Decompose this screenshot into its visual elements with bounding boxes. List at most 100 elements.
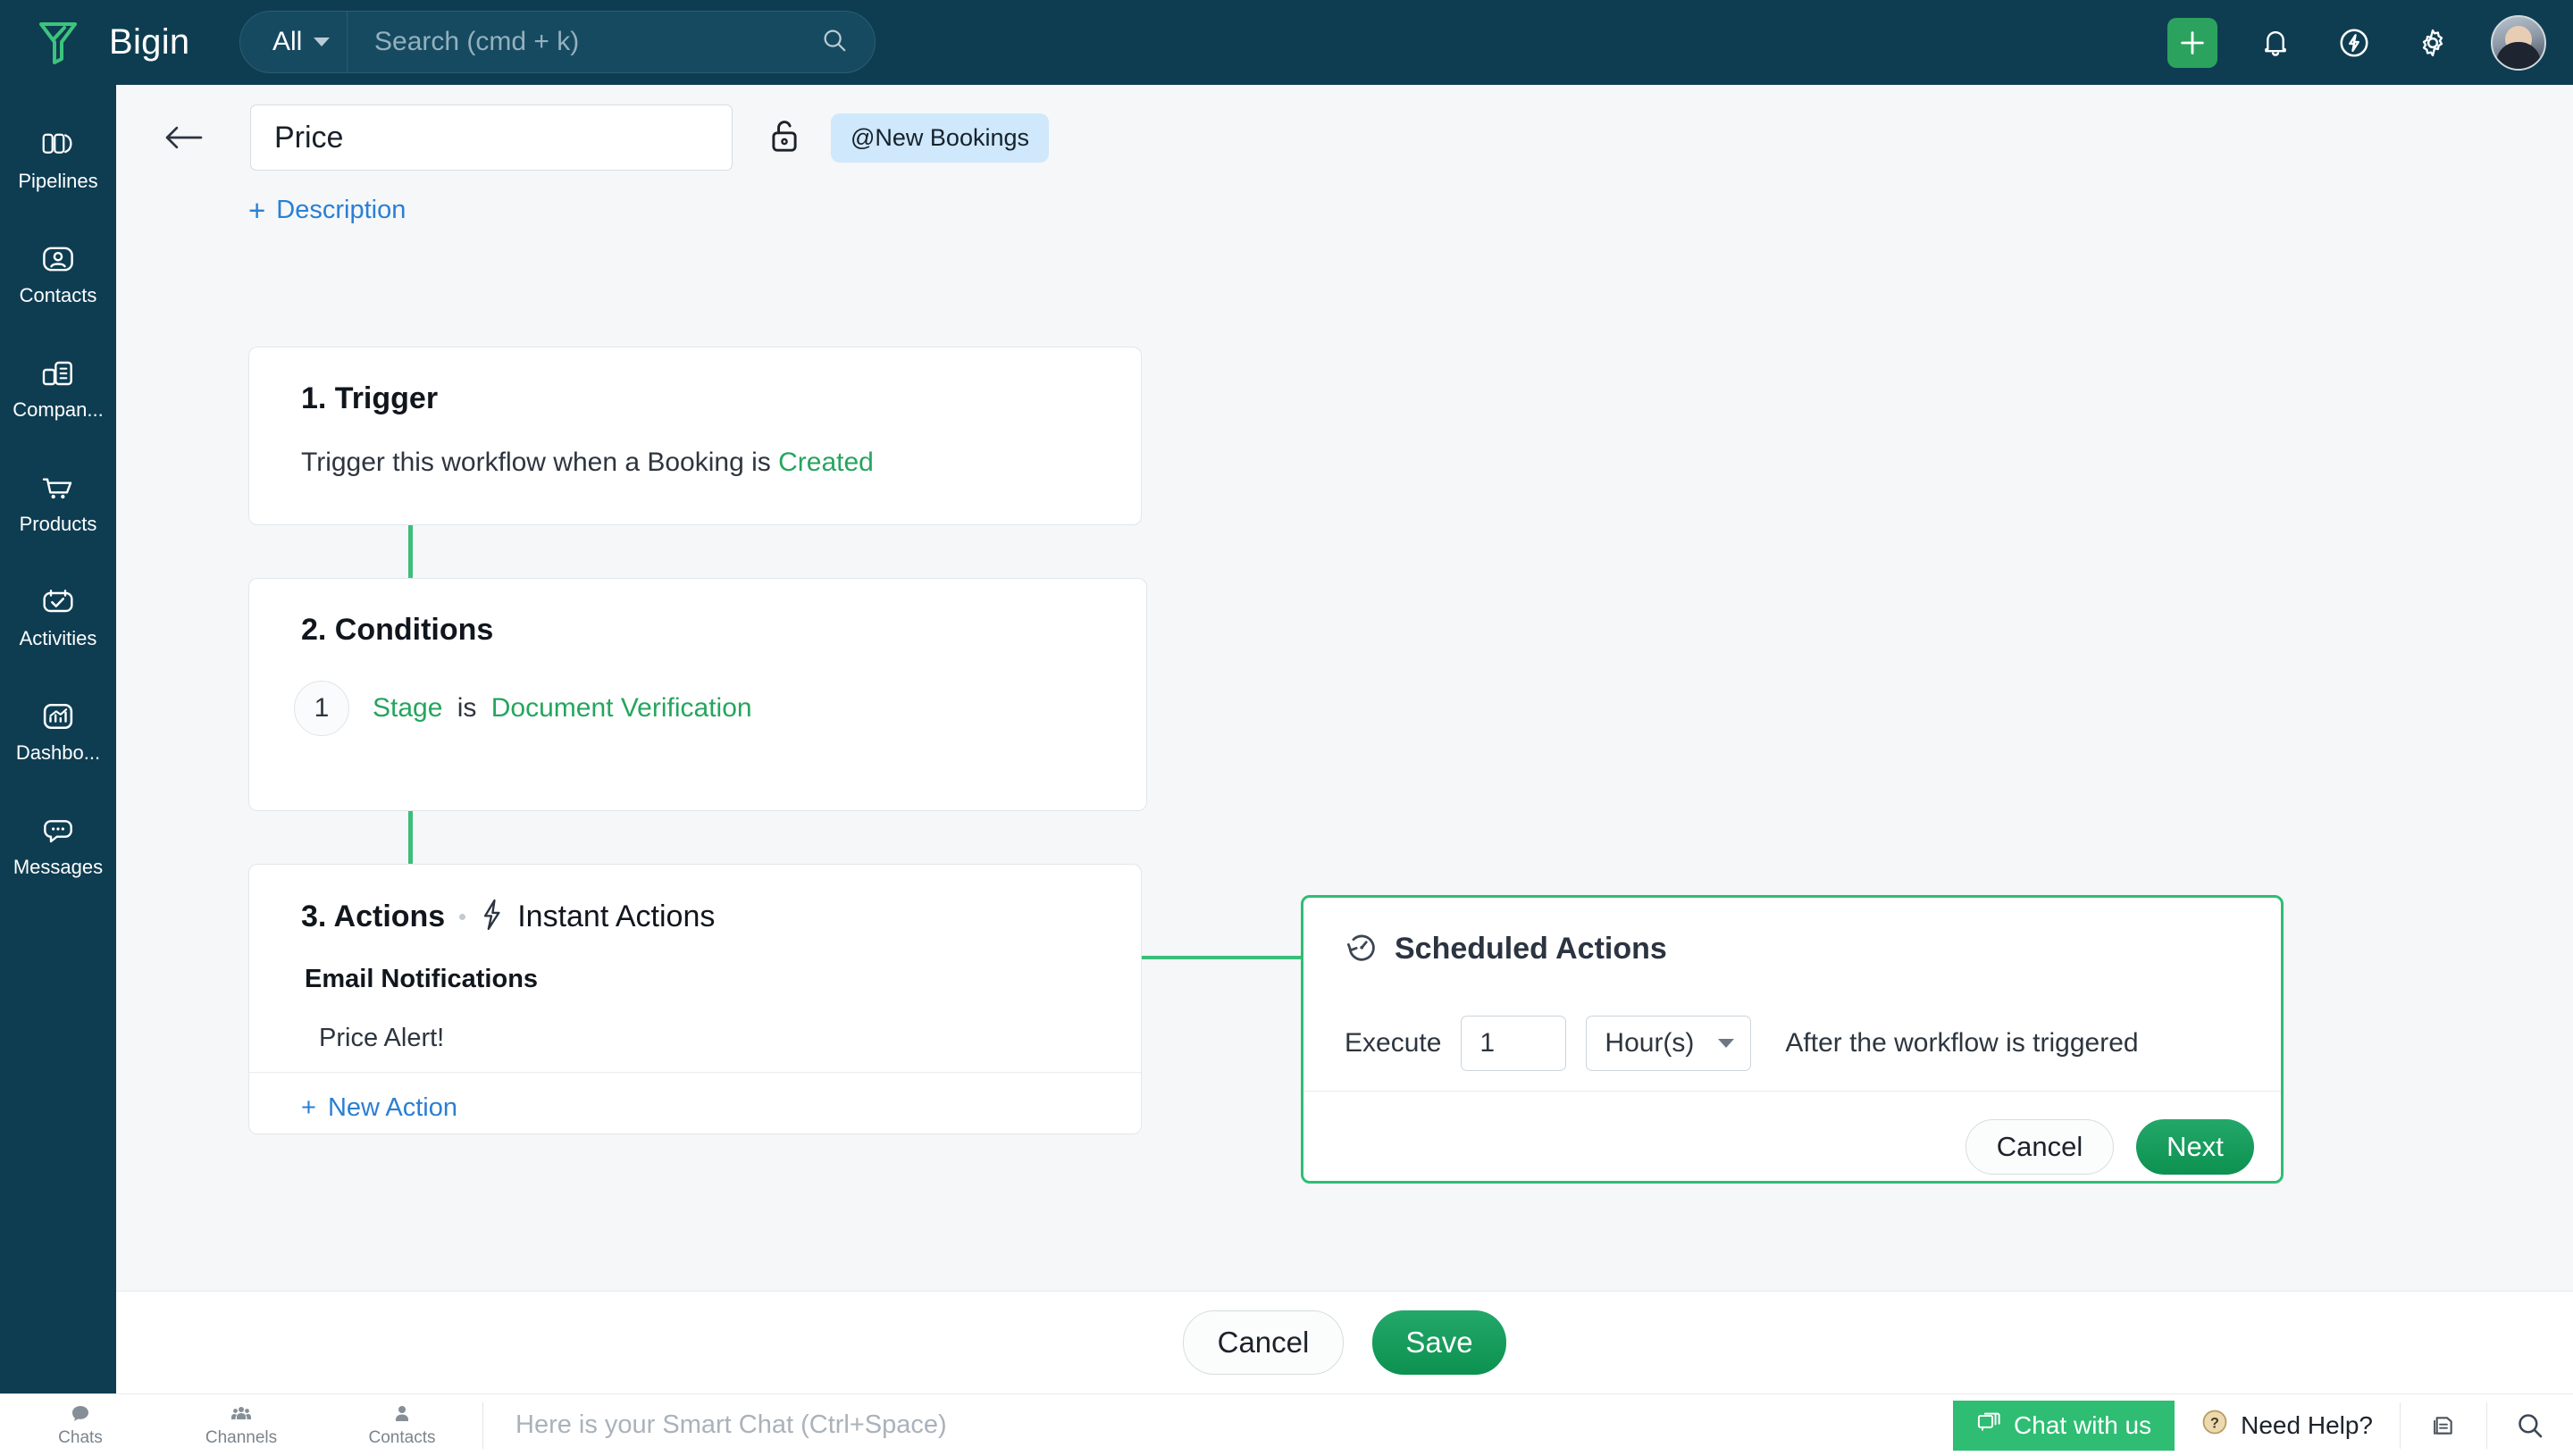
chevron-down-icon: [1718, 1039, 1735, 1048]
footer-bar: Chats Channels Contacts Here is your Sma…: [0, 1393, 2573, 1456]
condition-field[interactable]: Stage: [373, 693, 442, 723]
scheduled-actions-title: Scheduled Actions: [1395, 932, 1667, 966]
action-item[interactable]: Price Alert!: [319, 1024, 444, 1053]
condition-row[interactable]: 1 Stage is Document Verification: [294, 681, 752, 736]
search-input[interactable]: Search (cmd + k): [348, 27, 875, 58]
footer-item-label: Channels: [205, 1428, 278, 1447]
pipeline-tag[interactable]: @New Bookings: [831, 113, 1049, 163]
add-description-label: Description: [276, 196, 406, 224]
plus-icon: +: [248, 194, 266, 227]
conditions-card[interactable]: 2. Conditions 1 Stage is Document Verifi…: [248, 578, 1147, 811]
workflow-name-input[interactable]: Price: [250, 105, 733, 171]
cancel-button[interactable]: Cancel: [1183, 1310, 1344, 1375]
need-help-label: Need Help?: [2241, 1410, 2373, 1439]
bigin-funnel-logo[interactable]: [0, 20, 116, 66]
search-icon[interactable]: [2487, 1394, 2573, 1456]
footer-item-channels[interactable]: Channels: [161, 1394, 322, 1456]
clock-refresh-icon: [1345, 930, 1379, 968]
condition-operator: is: [457, 693, 477, 723]
contacts-icon: [39, 240, 77, 278]
chat-with-us-label: Chat with us: [2014, 1410, 2152, 1439]
trigger-card[interactable]: 1. Trigger Trigger this workflow when a …: [248, 347, 1142, 525]
actions-card-header: 3. Actions Instant Actions: [301, 899, 715, 935]
bolt-circle-icon[interactable]: [2334, 22, 2375, 63]
add-description-link[interactable]: + Description: [248, 196, 406, 225]
products-cart-icon: [39, 469, 77, 506]
sidebar-item-activities[interactable]: Activities: [0, 558, 116, 673]
workflow-header: Price @New Bookings: [152, 105, 1049, 171]
trigger-card-title: 1. Trigger: [301, 381, 439, 415]
bell-icon[interactable]: [2255, 22, 2296, 63]
footer-item-label: Contacts: [368, 1428, 436, 1447]
topbar-actions: [2167, 0, 2546, 85]
plus-icon: +: [301, 1093, 316, 1122]
execute-label: Execute: [1345, 1028, 1442, 1058]
condition-expression: Stage is Document Verification: [373, 693, 752, 724]
sidebar-item-companies[interactable]: Compan...: [0, 330, 116, 444]
pipelines-icon: [39, 126, 77, 163]
back-arrow-icon[interactable]: [152, 105, 216, 170]
sidebar-item-products[interactable]: Products: [0, 444, 116, 558]
sidebar-item-contacts[interactable]: Contacts: [0, 215, 116, 330]
documents-stack-icon[interactable]: [2401, 1394, 2486, 1456]
scheduled-panel-divider: [1303, 1091, 2281, 1092]
form-action-bar: Cancel Save: [116, 1291, 2573, 1393]
search-placeholder: Search (cmd + k): [374, 27, 580, 56]
scheduled-next-button[interactable]: Next: [2136, 1119, 2254, 1175]
chat-with-us-button[interactable]: Chat with us: [1953, 1400, 2175, 1451]
separator-dot: [459, 914, 466, 920]
sidebar-item-pipelines[interactable]: Pipelines: [0, 101, 116, 215]
footer-item-contacts[interactable]: Contacts: [322, 1394, 482, 1456]
sidebar-item-label: Products: [19, 512, 97, 535]
condition-index: 1: [294, 681, 349, 736]
action-group-label: Email Notifications: [305, 965, 539, 993]
plus-icon[interactable]: [2167, 17, 2217, 68]
bolt-icon: [480, 899, 503, 935]
question-circle-icon: ?: [2201, 1409, 2228, 1442]
sidebar-item-label: Compan...: [13, 397, 104, 421]
sidebar-item-label: Contacts: [19, 283, 97, 306]
execute-unit-select[interactable]: Hour(s): [1586, 1016, 1752, 1071]
save-button[interactable]: Save: [1372, 1310, 1506, 1375]
scheduled-panel-buttons: Cancel Next: [1965, 1119, 2254, 1175]
new-action-button[interactable]: + New Action: [301, 1093, 457, 1123]
main-content: Price @New Bookings + Description 1. Tri…: [116, 85, 2573, 1291]
trigger-card-text: Trigger this workflow when a Booking is …: [301, 448, 874, 478]
unlock-icon[interactable]: [768, 117, 804, 158]
sidebar-item-messages[interactable]: Messages: [0, 787, 116, 901]
new-action-label: New Action: [327, 1093, 458, 1122]
gear-icon[interactable]: [2412, 22, 2453, 63]
need-help-button[interactable]: ? Need Help?: [2175, 1409, 2400, 1442]
sidebar-item-label: Messages: [13, 855, 104, 878]
condition-value[interactable]: Document Verification: [491, 693, 752, 723]
search-icon[interactable]: [821, 27, 848, 58]
top-bar: Bigin All Search (cmd + k): [0, 0, 2573, 85]
channels-group-icon: [230, 1402, 253, 1426]
scheduled-actions-panel[interactable]: Scheduled Actions Execute 1 Hour(s) Afte…: [1301, 895, 2284, 1184]
connector-trigger-to-conditions: [408, 525, 413, 578]
app-root: Bigin All Search (cmd + k) Pipelines Con…: [0, 0, 2573, 1456]
footer-item-chats[interactable]: Chats: [0, 1394, 161, 1456]
sidebar-item-label: Pipelines: [18, 169, 98, 192]
activities-calendar-check-icon: [39, 583, 77, 621]
search-scope-dropdown[interactable]: All: [240, 12, 348, 72]
sidebar-item-label: Activities: [19, 626, 97, 649]
chevron-down-icon: [314, 38, 331, 46]
trigger-event-value[interactable]: Created: [778, 448, 874, 477]
actions-card[interactable]: 3. Actions Instant Actions Email Notific…: [248, 864, 1142, 1134]
execute-amount-input[interactable]: 1: [1461, 1016, 1567, 1071]
companies-icon: [39, 355, 77, 392]
scheduled-actions-header: Scheduled Actions: [1345, 930, 1667, 968]
connector-actions-to-scheduled: [1142, 956, 1303, 959]
svg-text:?: ?: [2210, 1415, 2219, 1431]
contact-person-icon: [390, 1402, 414, 1426]
global-search-bar[interactable]: All Search (cmd + k): [239, 11, 876, 73]
connector-conditions-to-actions: [408, 811, 413, 864]
scheduled-cancel-button[interactable]: Cancel: [1965, 1119, 2114, 1175]
sidebar-item-dashboards[interactable]: Dashbo...: [0, 673, 116, 787]
conditions-card-title: 2. Conditions: [301, 613, 494, 647]
smart-chat-input[interactable]: Here is your Smart Chat (Ctrl+Space): [483, 1410, 1953, 1440]
dashboards-chart-icon: [39, 698, 77, 735]
execute-after-text: After the workflow is triggered: [1785, 1028, 2139, 1058]
avatar[interactable]: [2491, 14, 2546, 71]
